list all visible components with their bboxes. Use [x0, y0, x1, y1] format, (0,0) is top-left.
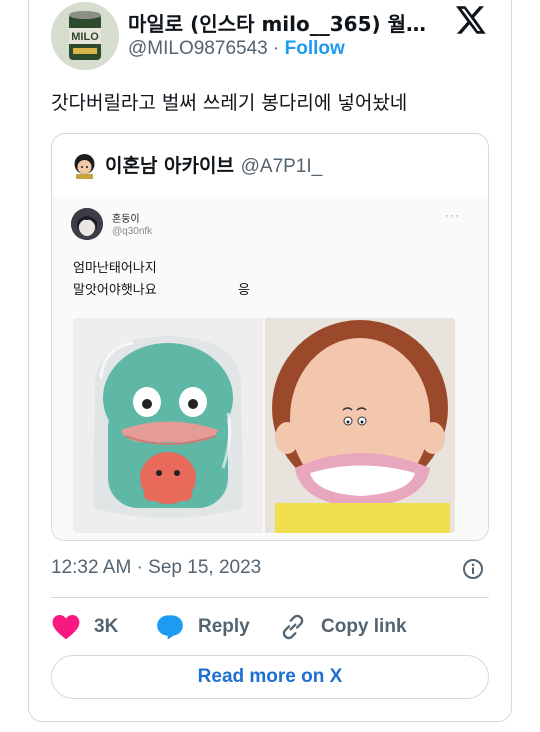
quoted-screenshot: 혼둥이 @q30nfk ··· 엄마난태어나지말앗어야햇나요 응	[52, 196, 488, 540]
avatar-logo-text: MILO	[71, 31, 99, 43]
read-more-button[interactable]: Read more on X	[51, 655, 489, 699]
inner-author-handle: @q30nfk	[112, 226, 153, 237]
inner-text-line2: 말앗어야햇나요	[73, 283, 157, 298]
author-name[interactable]: 마일로 (인스타 milo__365) 월급 ...	[128, 8, 428, 37]
author-avatar[interactable]: MILO	[51, 2, 119, 70]
follow-button[interactable]: Follow	[285, 38, 345, 59]
quoted-tweet[interactable]: 이혼남 아카이브 @A7P1I_ 혼둥이 @q30nfk ··· 엄마난태어나지…	[51, 133, 489, 541]
link-icon	[282, 614, 304, 640]
author-handle[interactable]: @MILO9876543	[128, 38, 268, 59]
photo-plush-doll	[265, 318, 455, 533]
footer-divider	[51, 597, 489, 598]
reply-button[interactable]: Reply	[156, 612, 250, 642]
inner-more-icon: ···	[445, 208, 460, 222]
quoted-author-handle: @A7P1I_	[240, 156, 323, 177]
like-button[interactable]: 3K	[52, 612, 118, 642]
inner-avatar	[71, 208, 103, 240]
handle-separator: ·	[273, 38, 280, 59]
inner-text-tail: 응	[238, 283, 250, 298]
like-count: 3K	[94, 616, 119, 637]
quoted-avatar	[74, 154, 95, 179]
copy-link-label: Copy link	[321, 616, 407, 637]
inner-text: 엄마난태어나지말앗어야햇나요 응	[73, 258, 250, 302]
x-logo-icon[interactable]	[456, 6, 486, 34]
photo-plush-fish	[73, 318, 263, 533]
tweet-timestamp[interactable]: 12:32 AM · Sep 15, 2023	[51, 557, 261, 579]
author-handle-row: @MILO9876543 · Follow	[128, 38, 345, 60]
info-icon[interactable]	[462, 558, 484, 580]
copy-link-button[interactable]: Copy link	[279, 612, 407, 642]
inner-author-name: 혼둥이	[112, 214, 140, 225]
heart-icon	[52, 614, 80, 640]
reply-bubble-icon	[157, 615, 183, 640]
tweet-text: 갓다버릴라고 벌써 쓰레기 봉다리에 넣어놨네	[51, 92, 408, 114]
reply-label: Reply	[198, 616, 250, 637]
inner-text-line1: 엄마난태어나지	[73, 261, 157, 276]
quoted-author[interactable]: 이혼남 아카이브 @A7P1I_	[105, 151, 322, 178]
quoted-author-name: 이혼남 아카이브	[105, 155, 234, 177]
